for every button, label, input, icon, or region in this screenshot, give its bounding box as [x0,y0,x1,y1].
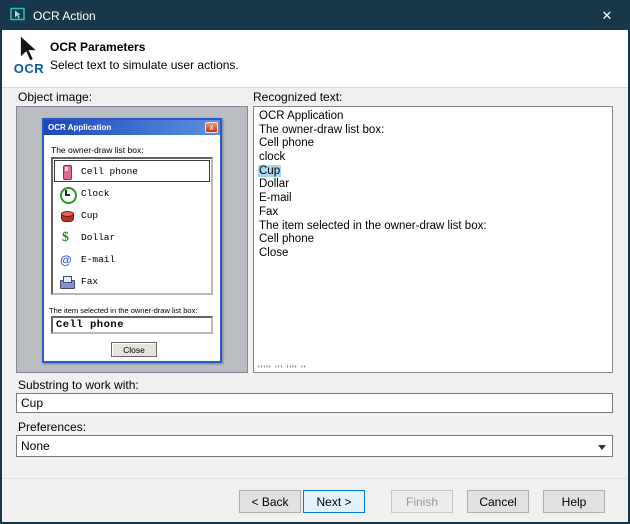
mini-window-title: OCR Application [48,123,111,132]
recognized-line[interactable]: OCR Application [258,110,612,124]
recognized-line[interactable]: Cup [258,165,612,179]
listbox-item-label: Cell phone [81,166,138,177]
preferences-value: None [21,439,50,453]
object-image-label: Object image: [18,90,92,104]
recognized-line[interactable]: Cell phone [258,233,612,247]
preferences-label: Preferences: [18,420,86,434]
wizard-header: OCR OCR Parameters Select text to simula… [2,30,628,88]
next-button[interactable]: Next > [303,490,365,513]
recognized-line-text: E-mail [258,192,293,204]
clock-icon [59,186,74,201]
recognized-line-text: Dollar [258,178,290,190]
mini-listbox: Cell phone Clock Cup Dollar E-mail Fax [51,157,213,295]
ocr-logo: OCR [10,34,48,76]
listbox-item: Cell phone [54,160,210,182]
finish-button[interactable]: Finish [391,490,453,513]
titlebar[interactable]: OCR Action ✕ [2,2,628,30]
recognized-line[interactable]: The item selected in the owner-draw list… [258,220,612,234]
listbox-item-label: Dollar [81,232,115,243]
recognized-line-text: The item selected in the owner-draw list… [258,220,488,232]
mini-titlebar: OCR Application x [44,120,220,135]
email-icon [59,252,74,267]
chevron-down-icon [598,445,606,450]
recognized-line[interactable]: clock [258,151,612,165]
recognized-noise-line: ''''' ''' '''' '' [258,364,307,371]
recognized-line[interactable]: Close [258,247,612,261]
object-image-preview: OCR Application x The owner-draw list bo… [42,118,222,363]
recognized-line-text: clock [258,151,286,163]
cursor-icon [10,34,48,64]
mini-close-icon: x [205,122,218,133]
close-icon[interactable]: ✕ [594,2,620,30]
listbox-item: Clock [54,182,210,204]
mini-listbox-label: The owner-draw list box: [51,145,144,155]
dollar-icon [59,230,74,245]
preferences-dropdown[interactable]: None [16,435,613,457]
substring-input[interactable] [16,393,613,413]
help-button[interactable]: Help [543,490,605,513]
listbox-item: Cup [54,204,210,226]
mini-selected-textbox: Cell phone [51,316,213,334]
mini-selected-label: The item selected in the owner-draw list… [49,306,219,315]
app-icon [10,6,26,27]
recognized-line-text: Cell phone [258,137,315,149]
page-title: OCR Parameters [50,40,145,54]
recognized-lines: OCR ApplicationThe owner-draw list box:C… [258,110,612,261]
recognized-line-text: The owner-draw list box: [258,124,385,136]
logo-text: OCR [10,61,48,76]
recognized-line-text: OCR Application [258,110,344,122]
listbox-item-label: Cup [81,210,98,221]
recognized-line-text: Close [258,247,289,259]
page-subtitle: Select text to simulate user actions. [50,58,239,72]
listbox-item: Dollar [54,226,210,248]
recognized-line[interactable]: Fax [258,206,612,220]
object-image-panel: OCR Application x The owner-draw list bo… [16,106,248,373]
recognized-line[interactable]: Dollar [258,178,612,192]
recognized-line-selected: Cup [258,165,281,177]
ocr-action-dialog: OCR Action ✕ OCR OCR Parameters Select t… [0,0,630,524]
back-button[interactable]: < Back [239,490,301,513]
mini-selected-value: Cell phone [56,319,124,331]
substring-label: Substring to work with: [18,378,139,392]
recognized-line[interactable]: E-mail [258,192,612,206]
listbox-item: Fax [54,270,210,292]
fax-icon [59,274,74,289]
listbox-item: E-mail [54,248,210,270]
cellphone-icon [59,164,74,179]
recognized-text-label: Recognized text: [253,90,342,104]
button-bar: < Back Next > Finish Cancel Help [2,478,628,522]
recognized-line-text: Cell phone [258,233,315,245]
listbox-item-label: Clock [81,188,110,199]
mini-close-button: Close [111,342,157,357]
window-title: OCR Action [33,9,96,23]
cancel-button[interactable]: Cancel [467,490,529,513]
listbox-item-label: E-mail [81,254,115,265]
listbox-item-label: Fax [81,276,98,287]
recognized-line[interactable]: Cell phone [258,137,612,151]
recognized-line[interactable]: The owner-draw list box: [258,124,612,138]
recognized-line-text: Fax [258,206,279,218]
recognized-text-list[interactable]: OCR ApplicationThe owner-draw list box:C… [253,106,613,373]
cup-icon [59,208,74,223]
